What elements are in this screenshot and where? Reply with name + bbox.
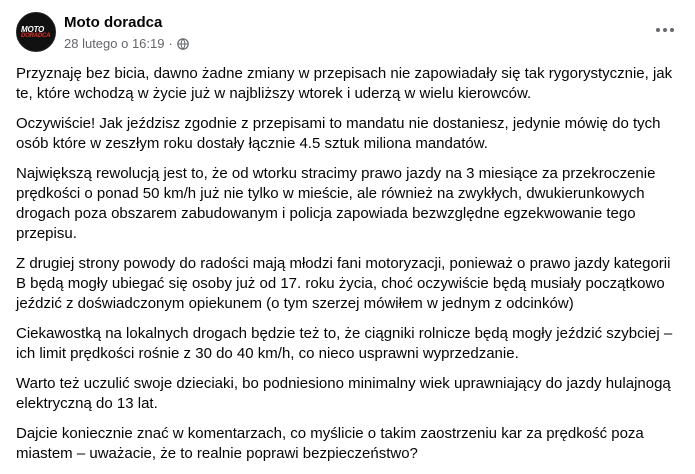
globe-icon[interactable]	[177, 37, 189, 50]
post-paragraph: Oczywiście! Jak jeździsz zgodnie z przep…	[16, 115, 661, 152]
facebook-post: MOTO DORADCA Moto doradca 28 lutego o 16…	[0, 0, 695, 462]
post-timestamp[interactable]: 28 lutego o 16:19	[64, 36, 164, 51]
more-horizontal-icon[interactable]	[651, 18, 679, 42]
post-paragraph: Warto też uczulić swoje dzieciaki, bo po…	[16, 375, 671, 412]
meta-separator: ·	[168, 36, 173, 51]
post-paragraph: Największą rewolucją jest to, że od wtor…	[16, 165, 656, 242]
post-paragraph: Ciekawostką na lokalnych drogach będzie …	[16, 325, 673, 362]
avatar[interactable]: MOTO DORADCA	[16, 12, 56, 52]
logo-bottom-text: DORADCA	[21, 33, 51, 39]
post-header: MOTO DORADCA Moto doradca 28 lutego o 16…	[16, 12, 679, 52]
post-body: Przyznaję bez bicia, dawno żadne zmiany …	[16, 64, 681, 474]
post-meta: 28 lutego o 16:19 ·	[64, 36, 189, 51]
brand-logo: MOTO DORADCA	[21, 26, 53, 40]
more-dot	[656, 28, 660, 32]
post-paragraph: Przyznaję bez bicia, dawno żadne zmiany …	[16, 65, 673, 102]
more-dot	[670, 28, 674, 32]
more-dot	[663, 28, 667, 32]
post-paragraph: Dajcie koniecznie znać w komentarzach, c…	[16, 425, 644, 462]
page-name-link[interactable]: Moto doradca	[64, 14, 162, 31]
post-paragraph: Z drugiej strony powody do radości mają …	[16, 255, 671, 312]
